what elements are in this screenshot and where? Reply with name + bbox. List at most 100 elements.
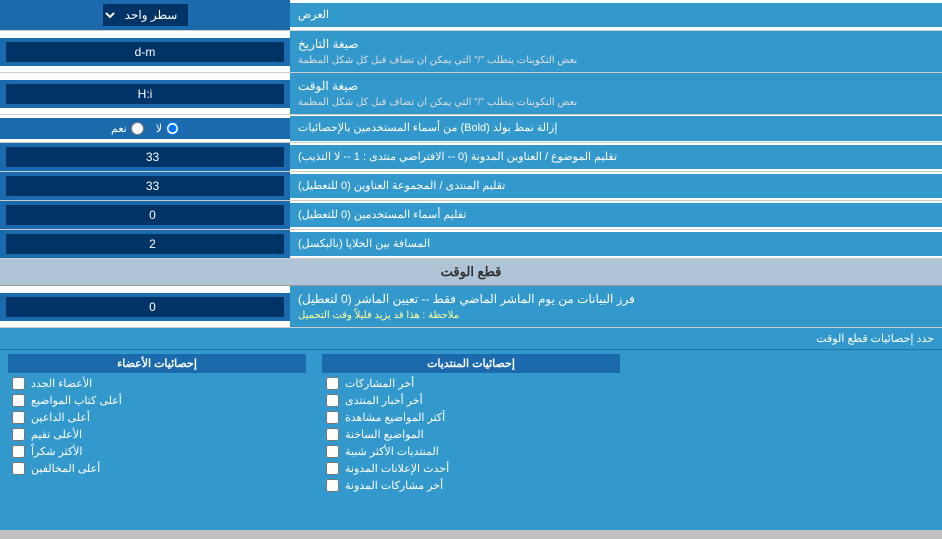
topic-titles-row: تقليم الموضوع / العناوين المدونة (0 -- ا… — [0, 143, 942, 172]
stats-member-checkbox-2[interactable] — [12, 411, 25, 424]
forum-group-row: تقليم المنتدى / المجموعة العناوين (0 للت… — [0, 172, 942, 201]
stats-post-item-5: أحدث الإعلانات المدونة — [322, 460, 620, 477]
stats-post-item-1-text: أخر أخبار المنتدى — [345, 394, 423, 407]
stats-member-checkbox-0[interactable] — [12, 377, 25, 390]
stats-member-item-3-text: الأعلى تقيم — [31, 428, 82, 441]
stats-member-item-4: الأكثر شكراً — [8, 443, 306, 460]
stats-posts-col: إحصائيات المنتديات أخر المشاركات أخر أخب… — [314, 350, 628, 530]
forum-group-input-cell — [0, 172, 290, 200]
stats-member-item-0-text: الأعضاء الجدد — [31, 377, 92, 390]
stats-post-item-0: أخر المشاركات — [322, 375, 620, 392]
stats-post-checkbox-3[interactable] — [326, 428, 339, 441]
stats-post-checkbox-4[interactable] — [326, 445, 339, 458]
time-format-input-cell — [0, 80, 290, 108]
stats-area: حدد إحصائيات قطع الوقت إحصائيات المنتديا… — [0, 328, 942, 530]
bold-yes-text: نعم — [111, 122, 127, 135]
stats-empty-col — [628, 350, 942, 530]
realtime-title-text: قطع الوقت — [441, 264, 502, 279]
bold-no-label[interactable]: لا — [156, 122, 179, 135]
stats-member-checkbox-1[interactable] — [12, 394, 25, 407]
stats-member-item-2-text: أعلى الداعين — [31, 411, 90, 424]
bold-remove-radio-cell: نعم لا — [0, 118, 290, 139]
date-format-input[interactable] — [6, 42, 284, 62]
stats-post-item-3: المواضيع الساخنة — [322, 426, 620, 443]
stats-member-checkbox-5[interactable] — [12, 462, 25, 475]
display-title-text: العرض — [298, 7, 329, 24]
usernames-trim-input[interactable] — [6, 205, 284, 225]
stats-post-item-4-text: المنتديات الأكثر شبية — [345, 445, 439, 458]
cell-gap-row: المسافة بين الخلايا (بالبكسل) — [0, 230, 942, 259]
main-container: العرض سطر واحد صيغة التاريخ بعض التكوينا… — [0, 0, 942, 530]
stats-posts-header: إحصائيات المنتديات — [322, 354, 620, 373]
cell-gap-text: المسافة بين الخلايا (بالبكسل) — [298, 236, 430, 253]
date-format-main-text: صيغة التاريخ — [298, 35, 359, 53]
header-row: العرض سطر واحد — [0, 0, 942, 31]
stats-member-item-5: أعلى المخالفين — [8, 460, 306, 477]
stats-post-checkbox-1[interactable] — [326, 394, 339, 407]
stats-post-checkbox-6[interactable] — [326, 479, 339, 492]
bold-remove-label: إزالة نمط بولد (Bold) من أسماء المستخدمي… — [290, 116, 942, 141]
bold-yes-radio[interactable] — [131, 122, 144, 135]
realtime-filter-input[interactable] — [6, 297, 284, 317]
date-format-input-cell — [0, 38, 290, 66]
stats-post-item-1: أخر أخبار المنتدى — [322, 392, 620, 409]
stats-member-checkbox-3[interactable] — [12, 428, 25, 441]
topic-titles-input[interactable] — [6, 147, 284, 167]
stats-members-col: إحصائيات الأعضاء الأعضاء الجدد أعلى كتاب… — [0, 350, 314, 530]
realtime-filter-label: فرز البيانات من يوم الماشر الماضي فقط --… — [290, 286, 942, 327]
time-format-input[interactable] — [6, 84, 284, 104]
cell-gap-input[interactable] — [6, 234, 284, 254]
time-format-row: صيغة الوقت بعض التكوينات يتطلب "/" التي … — [0, 73, 942, 115]
usernames-trim-input-cell — [0, 201, 290, 229]
stats-member-item-1-text: أعلى كتاب المواضيع — [31, 394, 122, 407]
stats-member-item-2: أعلى الداعين — [8, 409, 306, 426]
stats-post-item-6: أخر مشاركات المدونة — [322, 477, 620, 494]
stats-post-item-0-text: أخر المشاركات — [345, 377, 414, 390]
stats-member-item-0: الأعضاء الجدد — [8, 375, 306, 392]
stats-post-item-4: المنتديات الأكثر شبية — [322, 443, 620, 460]
stats-posts-title-text: إحصائيات المنتديات — [427, 358, 515, 370]
time-format-label: صيغة الوقت بعض التكوينات يتطلب "/" التي … — [290, 73, 942, 114]
usernames-trim-label: تقليم أسماء المستخدمين (0 للتعطيل) — [290, 203, 942, 228]
stats-member-checkbox-4[interactable] — [12, 445, 25, 458]
bold-yes-label[interactable]: نعم — [111, 122, 144, 135]
stats-header-row: حدد إحصائيات قطع الوقت — [0, 328, 942, 350]
topic-titles-label: تقليم الموضوع / العناوين المدونة (0 -- ا… — [290, 145, 942, 170]
bold-remove-row: إزالة نمط بولد (Bold) من أسماء المستخدمي… — [0, 115, 942, 143]
bold-no-text: لا — [156, 122, 162, 135]
forum-group-label: تقليم المنتدى / المجموعة العناوين (0 للت… — [290, 174, 942, 199]
forum-group-input[interactable] — [6, 176, 284, 196]
stats-post-checkbox-0[interactable] — [326, 377, 339, 390]
stats-post-item-6-text: أخر مشاركات المدونة — [345, 479, 443, 492]
stats-members-title-text: إحصائيات الأعضاء — [117, 358, 197, 370]
stats-columns: إحصائيات المنتديات أخر المشاركات أخر أخب… — [0, 350, 942, 530]
display-label: العرض — [290, 3, 942, 28]
display-dropdown-cell: سطر واحد — [0, 0, 290, 30]
forum-group-text: تقليم المنتدى / المجموعة العناوين (0 للت… — [298, 178, 505, 195]
stats-post-item-2-text: أكثر المواضيع مشاهدة — [345, 411, 445, 424]
cell-gap-input-cell — [0, 230, 290, 258]
stats-post-checkbox-2[interactable] — [326, 411, 339, 424]
realtime-filter-row: فرز البيانات من يوم الماشر الماضي فقط --… — [0, 286, 942, 328]
topic-titles-input-cell — [0, 143, 290, 171]
date-format-sub-text: بعض التكوينات يتطلب "/" التي يمكن ان تضا… — [298, 53, 577, 68]
stats-post-checkbox-5[interactable] — [326, 462, 339, 475]
usernames-trim-text: تقليم أسماء المستخدمين (0 للتعطيل) — [298, 207, 466, 224]
stats-member-item-4-text: الأكثر شكراً — [31, 445, 82, 458]
date-format-label: صيغة التاريخ بعض التكوينات يتطلب "/" الت… — [290, 31, 942, 72]
usernames-trim-row: تقليم أسماء المستخدمين (0 للتعطيل) — [0, 201, 942, 230]
cell-gap-label: المسافة بين الخلايا (بالبكسل) — [290, 232, 942, 257]
time-format-main-text: صيغة الوقت — [298, 77, 358, 95]
stats-post-item-3-text: المواضيع الساخنة — [345, 428, 424, 441]
stats-post-item-2: أكثر المواضيع مشاهدة — [322, 409, 620, 426]
stats-header-text: حدد إحصائيات قطع الوقت — [816, 333, 934, 345]
stats-member-item-1: أعلى كتاب المواضيع — [8, 392, 306, 409]
topic-titles-text: تقليم الموضوع / العناوين المدونة (0 -- ا… — [298, 149, 617, 166]
stats-post-item-5-text: أحدث الإعلانات المدونة — [345, 462, 449, 475]
display-dropdown[interactable]: سطر واحد — [103, 4, 188, 26]
stats-member-item-3: الأعلى تقيم — [8, 426, 306, 443]
stats-members-header: إحصائيات الأعضاء — [8, 354, 306, 373]
realtime-filter-input-cell — [0, 293, 290, 321]
bold-no-radio[interactable] — [166, 122, 179, 135]
date-format-row: صيغة التاريخ بعض التكوينات يتطلب "/" الت… — [0, 31, 942, 73]
